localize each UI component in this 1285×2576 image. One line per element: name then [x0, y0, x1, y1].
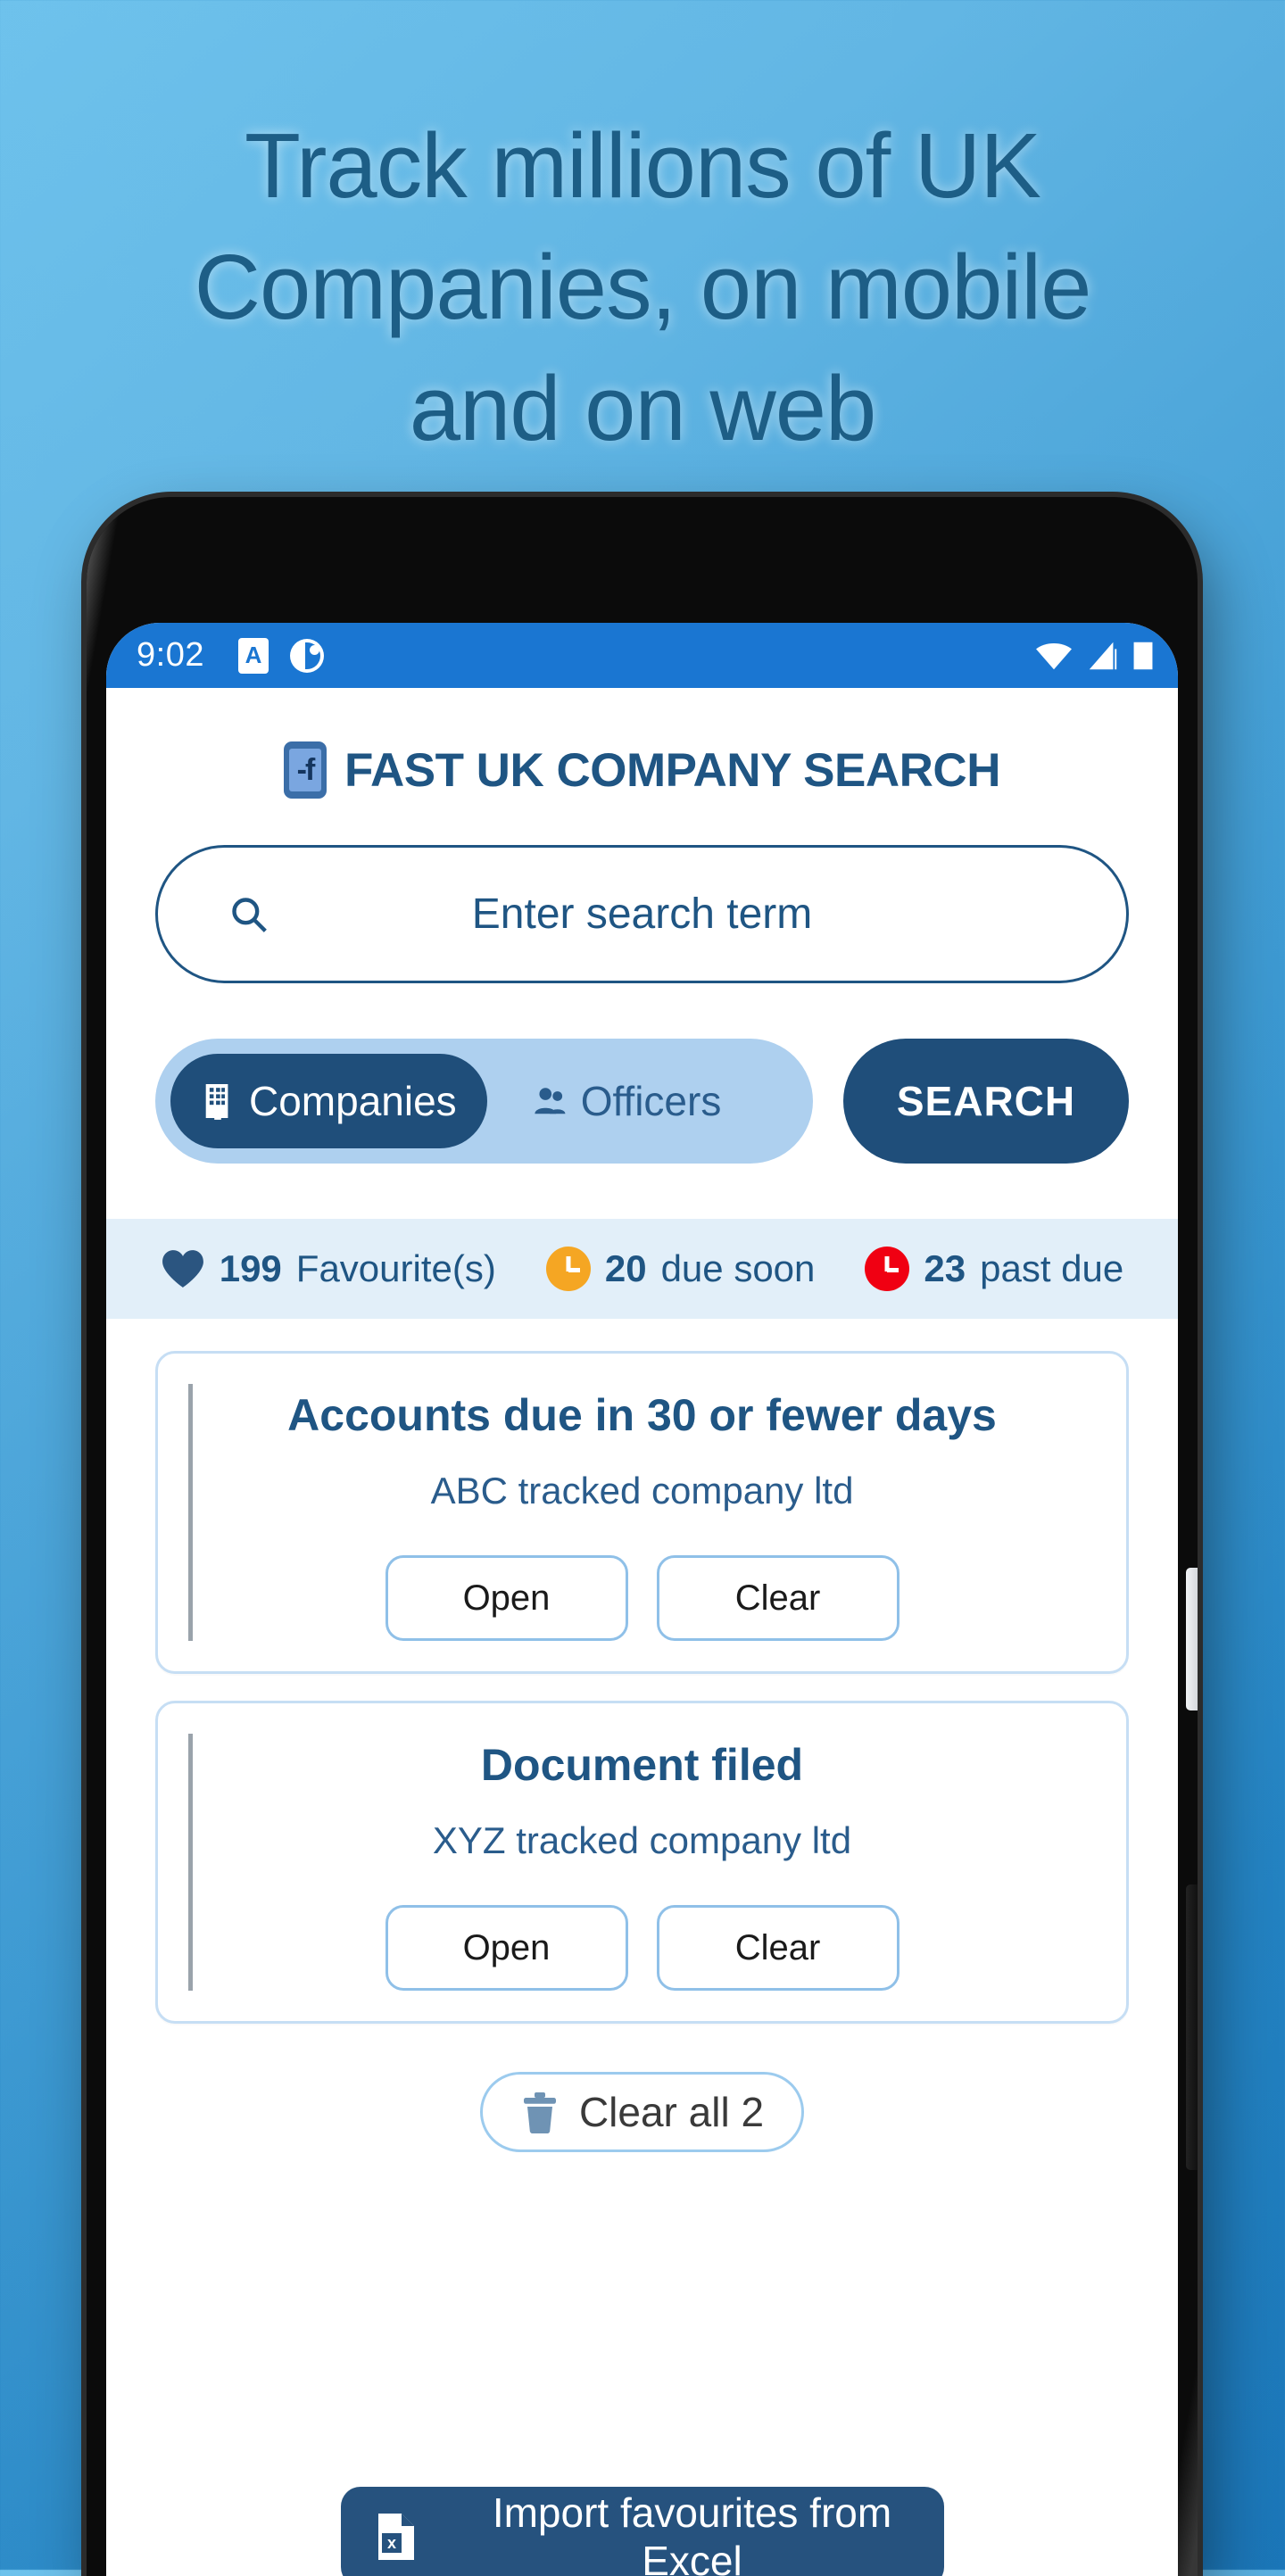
app-logo-icon: -f: [284, 741, 327, 799]
card-company-name: ABC tracked company ltd: [430, 1470, 854, 1512]
clear-all-label: Clear all 2: [578, 2089, 765, 2135]
app-logo-glyph: -f: [296, 753, 316, 787]
card-accent-bar: [188, 1384, 193, 1641]
card-title: Accounts due in 30 or fewer days: [287, 1390, 997, 1440]
clock-icon: [865, 1247, 910, 1291]
footer-actions: x Import favourites from Excel: [106, 2487, 1178, 2576]
clock-icon: [545, 1247, 591, 1291]
stat-due-soon-count: 20: [604, 1247, 647, 1289]
notification-card[interactable]: Accounts due in 30 or fewer days ABC tra…: [155, 1351, 1129, 1674]
wifi-icon: [1036, 642, 1072, 669]
status-right-icons: [1033, 639, 1155, 673]
power-button[interactable]: [1186, 1568, 1198, 1710]
card-actions: Open Clear: [385, 1555, 900, 1641]
phone-mockup: 9:02 A -f FAST UK COMPANY SEARCH Enter s…: [87, 497, 1198, 2576]
segment-companies-label: Companies: [249, 1078, 457, 1124]
search-section: [106, 799, 1178, 983]
status-left-icons: A: [237, 637, 324, 674]
volume-rocker-button[interactable]: [1186, 1884, 1198, 2170]
clear-all-row: Clear all 2: [155, 2072, 1129, 2152]
stats-strip: 199 Favourite(s) 20 due soon 23 past due: [106, 1219, 1178, 1319]
stat-past-due-count: 23: [924, 1247, 966, 1289]
clear-all-button[interactable]: Clear all 2: [479, 2072, 805, 2152]
notification-card[interactable]: Document filed XYZ tracked company ltd O…: [155, 1701, 1129, 2024]
battery-icon: [1133, 642, 1153, 669]
card-accent-bar: [188, 1734, 193, 1991]
stat-favourites-count: 199: [219, 1247, 282, 1289]
heart-icon: [162, 1250, 203, 1288]
search-icon: [232, 897, 267, 932]
search-input[interactable]: [158, 890, 1126, 939]
import-favourites-label: Import favourites from Excel: [492, 2489, 892, 2576]
search-controls-row: Companies Officers SEARCH: [106, 983, 1178, 1164]
segment-officers-label: Officers: [580, 1078, 722, 1124]
search-mode-segmented-control[interactable]: Companies Officers: [155, 1039, 813, 1164]
promo-headline: Track millions of UK Companies, on mobil…: [0, 105, 1285, 469]
open-button[interactable]: Open: [385, 1555, 628, 1641]
stat-favourites[interactable]: 199 Favourite(s): [161, 1247, 496, 1290]
open-button[interactable]: Open: [385, 1905, 628, 1991]
stat-due-soon-label: due soon: [660, 1247, 816, 1289]
search-button[interactable]: SEARCH: [843, 1039, 1129, 1164]
clear-button[interactable]: Clear: [656, 1905, 900, 1991]
import-favourites-button[interactable]: x Import favourites from Excel: [340, 2487, 944, 2576]
page-title: FAST UK COMPANY SEARCH: [344, 743, 1001, 797]
clear-button[interactable]: Clear: [656, 1555, 900, 1641]
card-title: Document filed: [480, 1740, 804, 1790]
stat-past-due-label: past due: [980, 1247, 1124, 1289]
status-clock: 9:02: [137, 636, 204, 674]
status-bar: 9:02 A: [106, 623, 1178, 688]
people-icon: [535, 1088, 566, 1114]
segment-companies[interactable]: Companies: [170, 1054, 487, 1148]
notification-list: Accounts due in 30 or fewer days ABC tra…: [106, 1319, 1178, 2152]
vpn-key-icon: [289, 638, 324, 673]
building-icon: [205, 1084, 228, 1120]
cellular-signal-icon: [1089, 642, 1117, 669]
headline-line-1: Track millions of UK: [245, 114, 1041, 217]
screenshot-icon: A: [237, 637, 269, 674]
headline-line-2: Companies, on mobile: [194, 235, 1092, 338]
app-header: -f FAST UK COMPANY SEARCH: [106, 688, 1178, 799]
headline-line-3: and on web: [409, 356, 877, 460]
phone-screen: 9:02 A -f FAST UK COMPANY SEARCH Enter s…: [106, 623, 1178, 2576]
stat-past-due[interactable]: 23 past due: [865, 1247, 1123, 1291]
stat-due-soon[interactable]: 20 due soon: [545, 1247, 816, 1291]
card-company-name: XYZ tracked company ltd: [432, 1819, 852, 1861]
trash-icon: [523, 2092, 556, 2133]
excel-file-icon: x: [377, 2514, 414, 2560]
card-actions: Open Clear: [385, 1905, 900, 1991]
svg-text:x: x: [386, 2534, 395, 2552]
segment-officers[interactable]: Officers: [502, 1054, 752, 1148]
search-field[interactable]: [155, 845, 1129, 983]
stat-favourites-label: Favourite(s): [295, 1247, 496, 1289]
